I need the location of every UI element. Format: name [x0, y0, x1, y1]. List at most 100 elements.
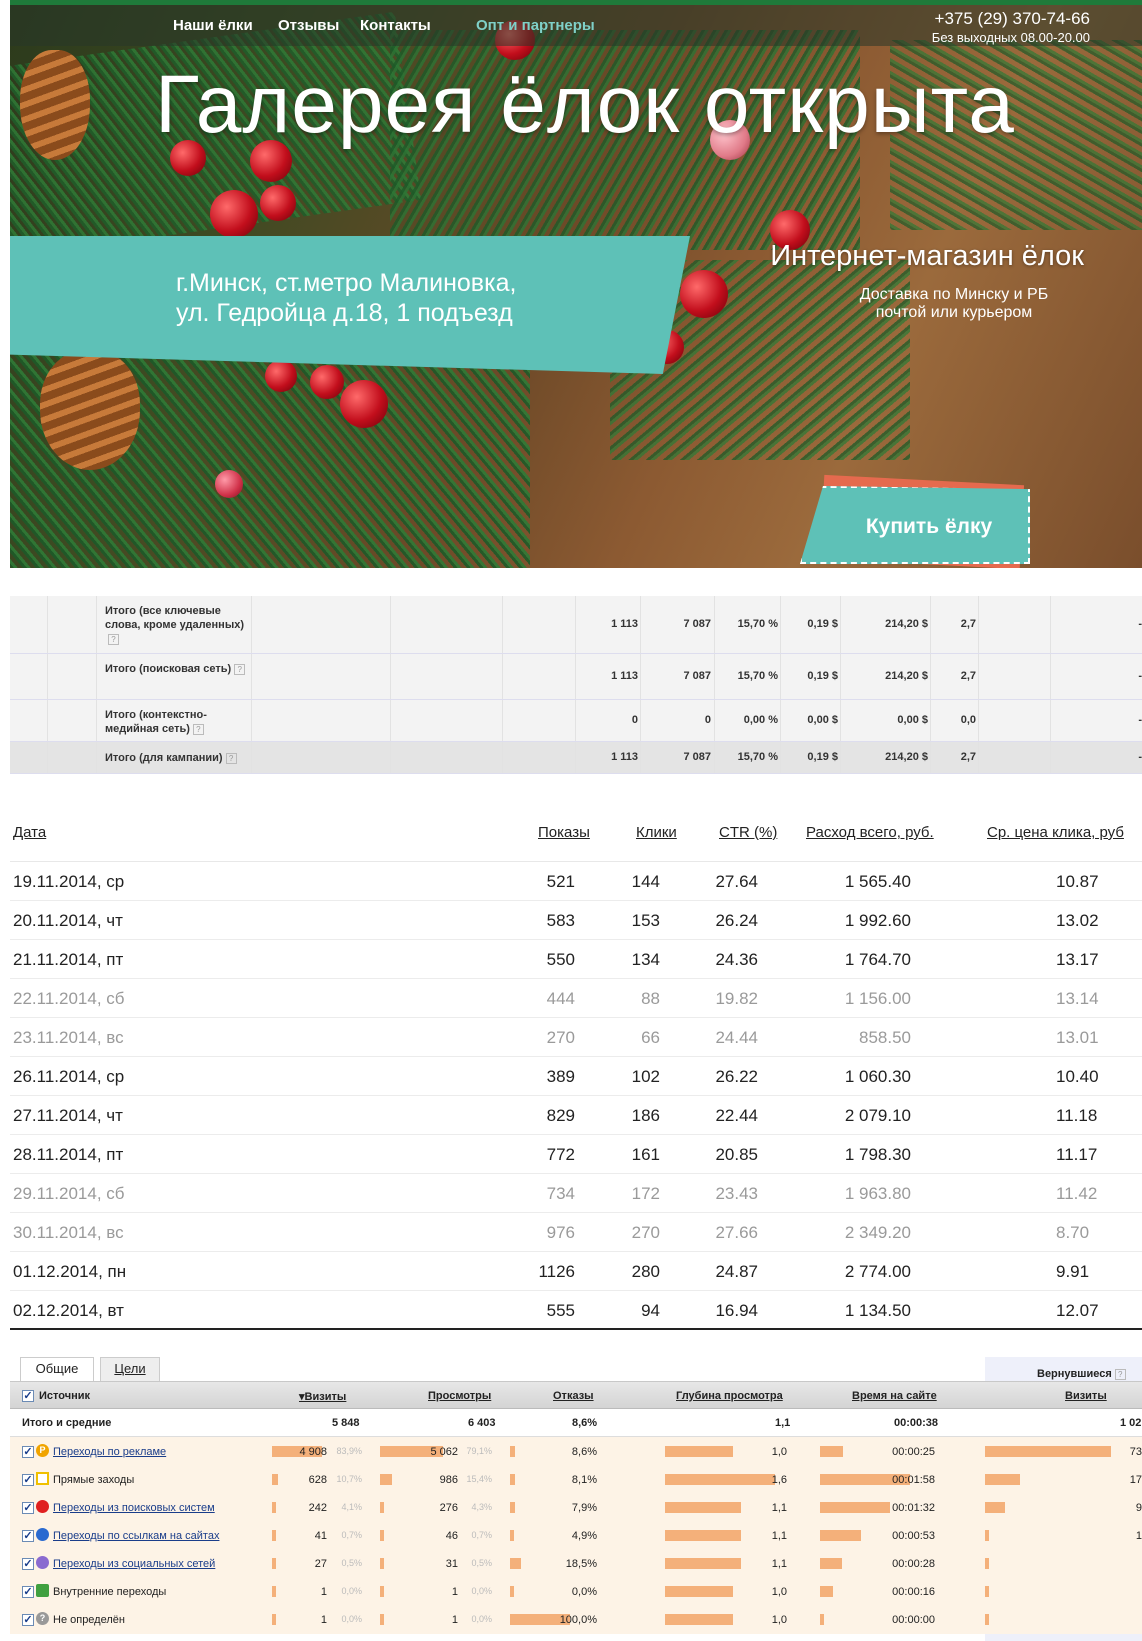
column-divider [390, 742, 391, 773]
source-name[interactable]: Переходы из социальных сетей [53, 1558, 215, 1570]
cell-clicks: 186 [631, 1106, 660, 1125]
bounce-bar [510, 1502, 515, 1513]
cell-vp: 4,1% [341, 1502, 362, 1512]
col-cpc[interactable]: Ср. цена клика, руб [987, 824, 1124, 841]
cell-views: 46 [445, 1530, 458, 1542]
cell-views: 1 [451, 1586, 458, 1598]
summary-trailing: - [1138, 714, 1142, 726]
column-divider [840, 654, 841, 699]
column-divider [1050, 700, 1051, 741]
unknown-icon: ? [36, 1612, 49, 1625]
returning-bar [985, 1586, 989, 1597]
row-checkbox[interactable]: ✓ [22, 1614, 34, 1626]
col-source: Источник [39, 1390, 91, 1402]
col-ctr[interactable]: CTR (%) [719, 824, 777, 841]
cell-depth: 1,0 [771, 1614, 787, 1626]
cell-date: 01.12.2014, пн [13, 1262, 127, 1281]
cell-clicks: 280 [631, 1262, 660, 1281]
help-icon[interactable]: ? [192, 723, 204, 735]
select-all-checkbox[interactable]: ✓ [22, 1390, 34, 1402]
cell-cost: 1 963.80 [844, 1184, 911, 1203]
visits-bar [272, 1474, 278, 1485]
cell-shows: 389 [546, 1067, 575, 1086]
time-bar [820, 1558, 842, 1569]
cell-cost: 1 764.70 [844, 950, 911, 969]
nav-item-contacts[interactable]: Контакты [360, 17, 431, 34]
phone-number[interactable]: +375 (29) 370-74-66 [935, 9, 1090, 29]
summary-value: 15,70 % [737, 618, 778, 630]
time-bar [820, 1446, 843, 1457]
store-address: г.Минск, ст.метро Малиновка, ул. Гедройц… [176, 268, 516, 328]
cell-views: 31 [445, 1558, 458, 1570]
summary-value: 1 113 [611, 670, 638, 682]
returning-bar [985, 1558, 989, 1569]
col-views[interactable]: Просмотры [428, 1390, 491, 1402]
col-visits[interactable]: ▾Визиты [299, 1390, 346, 1403]
total-returning: 1 02 [1120, 1417, 1142, 1429]
nav-item-wholesale[interactable]: Опт и партнеры [476, 17, 595, 34]
column-divider [840, 742, 841, 773]
col-bounce[interactable]: Отказы [553, 1390, 594, 1402]
depth-bar [665, 1530, 741, 1541]
column-divider [978, 654, 979, 699]
help-icon[interactable]: ? [1114, 1368, 1126, 1380]
col-depth[interactable]: Глубина просмотра [676, 1390, 783, 1402]
col-shows[interactable]: Показы [538, 824, 590, 841]
row-checkbox[interactable]: ✓ [22, 1558, 34, 1570]
cell-vp: 0,5% [341, 1558, 362, 1568]
summary-row: Итого (для кампании)? 1 113 7 087 15,70 % 0,… [10, 742, 1142, 774]
summary-row-label: Итого (поисковая сеть)? [105, 662, 255, 676]
cell-clicks: 153 [631, 911, 660, 930]
cell-cost: 2 079.10 [844, 1106, 911, 1125]
col-clicks[interactable]: Клики [636, 824, 677, 841]
source-name[interactable]: Переходы из поисковых систем [53, 1502, 215, 1514]
cell-ctr: 26.22 [715, 1067, 758, 1086]
visits-bar [272, 1558, 276, 1569]
column-divider [502, 596, 503, 653]
nav-item-trees[interactable]: Наши ёлки [173, 17, 253, 34]
table-row: 26.11.2014, ср 389 102 26.22 1 060.30 10.40 [10, 1057, 1142, 1096]
source-name[interactable]: Переходы по ссылкам на сайтах [53, 1530, 219, 1542]
summary-value: 1 113 [611, 751, 638, 763]
bounce-bar [510, 1446, 515, 1457]
tab-general[interactable]: Общие [20, 1357, 94, 1381]
col-returning-visits[interactable]: Визиты [1065, 1390, 1107, 1402]
help-icon[interactable]: ? [234, 663, 246, 675]
summary-value: 7 087 [683, 618, 711, 630]
row-checkbox[interactable]: ✓ [22, 1530, 34, 1542]
cell-cpc: 13.01 [1056, 1028, 1099, 1047]
cell-ctr: 22.44 [715, 1106, 758, 1125]
column-divider [575, 596, 576, 653]
cell-ret: 73 [1129, 1446, 1142, 1458]
column-divider [96, 700, 97, 741]
help-icon[interactable]: ? [108, 633, 119, 645]
row-checkbox[interactable]: ✓ [22, 1502, 34, 1514]
link-icon [36, 1528, 49, 1541]
cell-ctr: 27.66 [715, 1223, 758, 1242]
direct-icon [36, 1472, 49, 1485]
cell-visits: 628 [308, 1474, 327, 1486]
cell-views: 986 [439, 1474, 458, 1486]
source-name[interactable]: Переходы по рекламе [53, 1446, 166, 1458]
row-checkbox[interactable]: ✓ [22, 1446, 34, 1458]
row-checkbox[interactable]: ✓ [22, 1474, 34, 1486]
column-divider [714, 700, 715, 741]
col-date[interactable]: Дата [13, 824, 46, 841]
tab-goals[interactable]: Цели [100, 1357, 160, 1381]
table-row: 19.11.2014, ср 521 144 27.64 1 565.40 10.87 [10, 862, 1142, 901]
cell-cpc: 13.14 [1056, 989, 1099, 1008]
row-checkbox[interactable]: ✓ [22, 1586, 34, 1598]
cell-depth: 1,1 [771, 1558, 787, 1570]
address-line-2: ул. Гедройца д.18, 1 подъезд [176, 299, 513, 327]
col-cost[interactable]: Расход всего, руб. [806, 824, 934, 841]
summary-value: 15,70 % [737, 751, 778, 763]
buy-tree-button[interactable]: Купить ёлку [800, 486, 1030, 564]
summary-value: 7 087 [683, 670, 711, 682]
col-time[interactable]: Время на сайте [852, 1390, 937, 1402]
help-icon[interactable]: ? [225, 752, 237, 764]
nav-item-reviews[interactable]: Отзывы [278, 17, 339, 34]
list-item: ✓? Не определён 1 0,0% 1 0,0% 100,0% 1,0 00:00:0… [10, 1605, 1142, 1634]
cell-visits: 1 [320, 1586, 327, 1598]
column-divider [575, 654, 576, 699]
bounce-bar [510, 1530, 514, 1541]
